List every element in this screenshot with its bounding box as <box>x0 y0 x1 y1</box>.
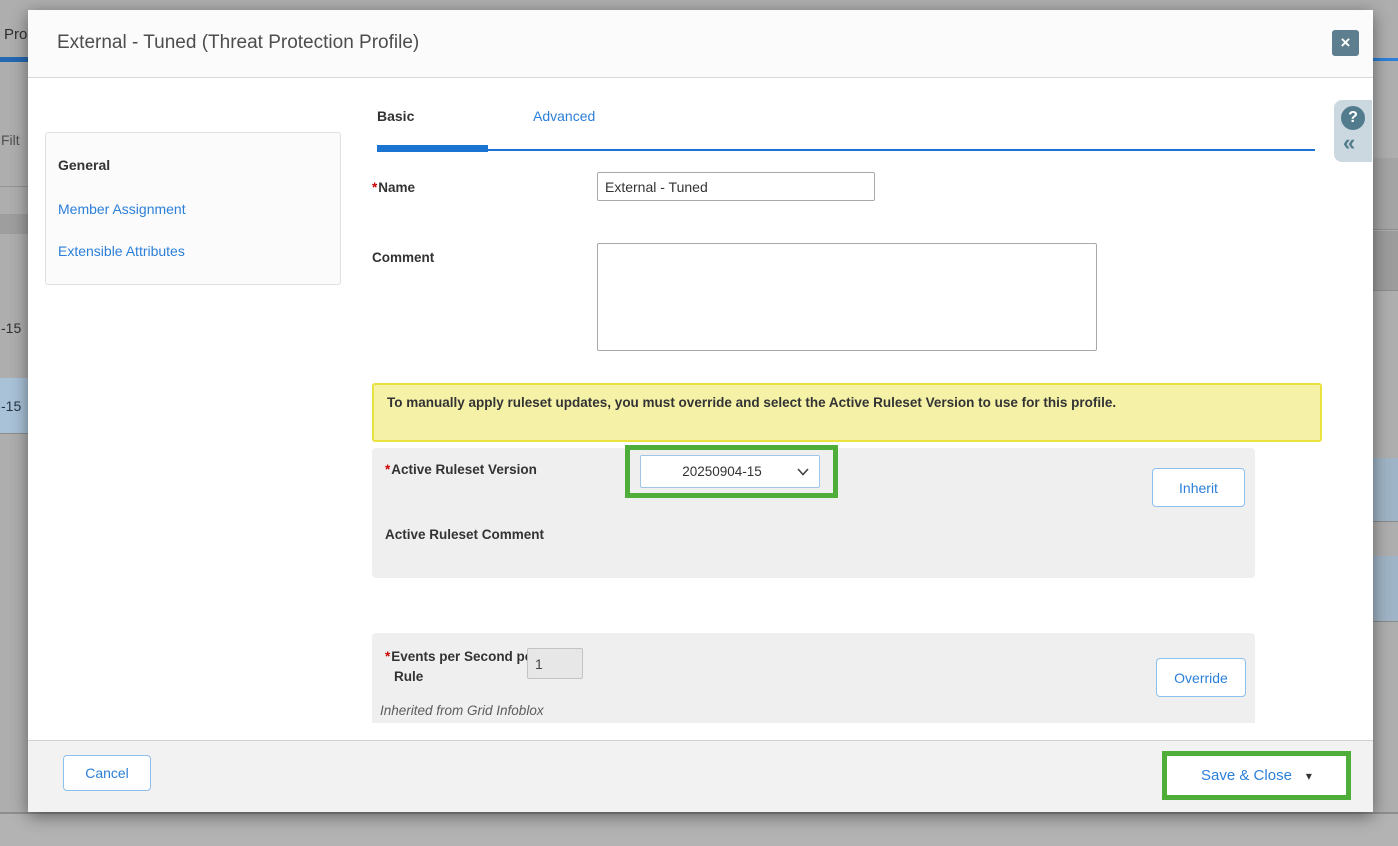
collapse-button[interactable]: « <box>1343 130 1355 156</box>
warning-banner: To manually apply ruleset updates, you m… <box>372 383 1322 442</box>
close-button[interactable]: × <box>1332 30 1359 56</box>
name-label: *Name <box>372 180 415 195</box>
background-row-band <box>1373 158 1398 230</box>
help-button[interactable]: ? <box>1341 106 1365 130</box>
tab-advanced[interactable]: Advanced <box>533 108 595 124</box>
events-per-second-input <box>527 648 583 679</box>
highlight-box-save-close <box>1162 751 1351 800</box>
help-icon: ? <box>1348 109 1358 127</box>
close-icon: × <box>1341 33 1351 53</box>
name-input[interactable] <box>597 172 875 201</box>
active-tab-indicator <box>377 145 488 152</box>
highlight-box-ruleset-select <box>625 445 838 498</box>
required-asterisk: * <box>372 180 377 195</box>
sidebar-item-extensible-attributes[interactable]: Extensible Attributes <box>58 243 185 259</box>
dialog-title: External - Tuned (Threat Protection Prof… <box>57 32 419 54</box>
inherit-button[interactable]: Inherit <box>1152 468 1245 507</box>
background-tab-label: Pro <box>4 26 27 43</box>
comment-label: Comment <box>372 250 434 265</box>
threat-protection-profile-dialog: External - Tuned (Threat Protection Prof… <box>28 10 1373 812</box>
events-per-second-label: *Events per Second per <box>385 649 538 664</box>
events-per-second-label-line2: Rule <box>394 669 423 684</box>
required-asterisk: * <box>385 649 390 664</box>
tab-basic[interactable]: Basic <box>377 108 414 124</box>
sidebar-item-member-assignment[interactable]: Member Assignment <box>58 201 186 217</box>
override-button[interactable]: Override <box>1156 658 1246 697</box>
background-blue-line <box>1373 58 1398 61</box>
sidebar-item-general[interactable]: General <box>58 157 110 173</box>
tab-underline <box>377 149 1315 151</box>
help-panel: ? « <box>1334 100 1372 162</box>
sidebar-nav: General Member Assignment Extensible Att… <box>45 132 341 285</box>
active-ruleset-comment-label: Active Ruleset Comment <box>385 527 544 542</box>
background-row-label: -15 <box>1 320 21 336</box>
comment-textarea[interactable] <box>597 243 1097 351</box>
required-asterisk: * <box>385 462 390 477</box>
background-row-band <box>1373 458 1398 522</box>
active-ruleset-version-label: *Active Ruleset Version <box>385 462 537 477</box>
background-row-band <box>1373 231 1398 291</box>
dialog-titlebar: External - Tuned (Threat Protection Prof… <box>28 10 1373 78</box>
inherited-note: Inherited from Grid Infoblox <box>380 703 544 718</box>
background-filter-label: Filt <box>1 132 20 148</box>
background-row-band <box>1373 556 1398 622</box>
background-table-header <box>0 214 28 234</box>
background-row-label: -15 <box>1 398 21 414</box>
background-bottom-strip <box>0 812 1398 846</box>
chevron-double-left-icon: « <box>1343 130 1355 155</box>
cancel-button[interactable]: Cancel <box>63 755 151 791</box>
background-divider <box>0 186 28 187</box>
